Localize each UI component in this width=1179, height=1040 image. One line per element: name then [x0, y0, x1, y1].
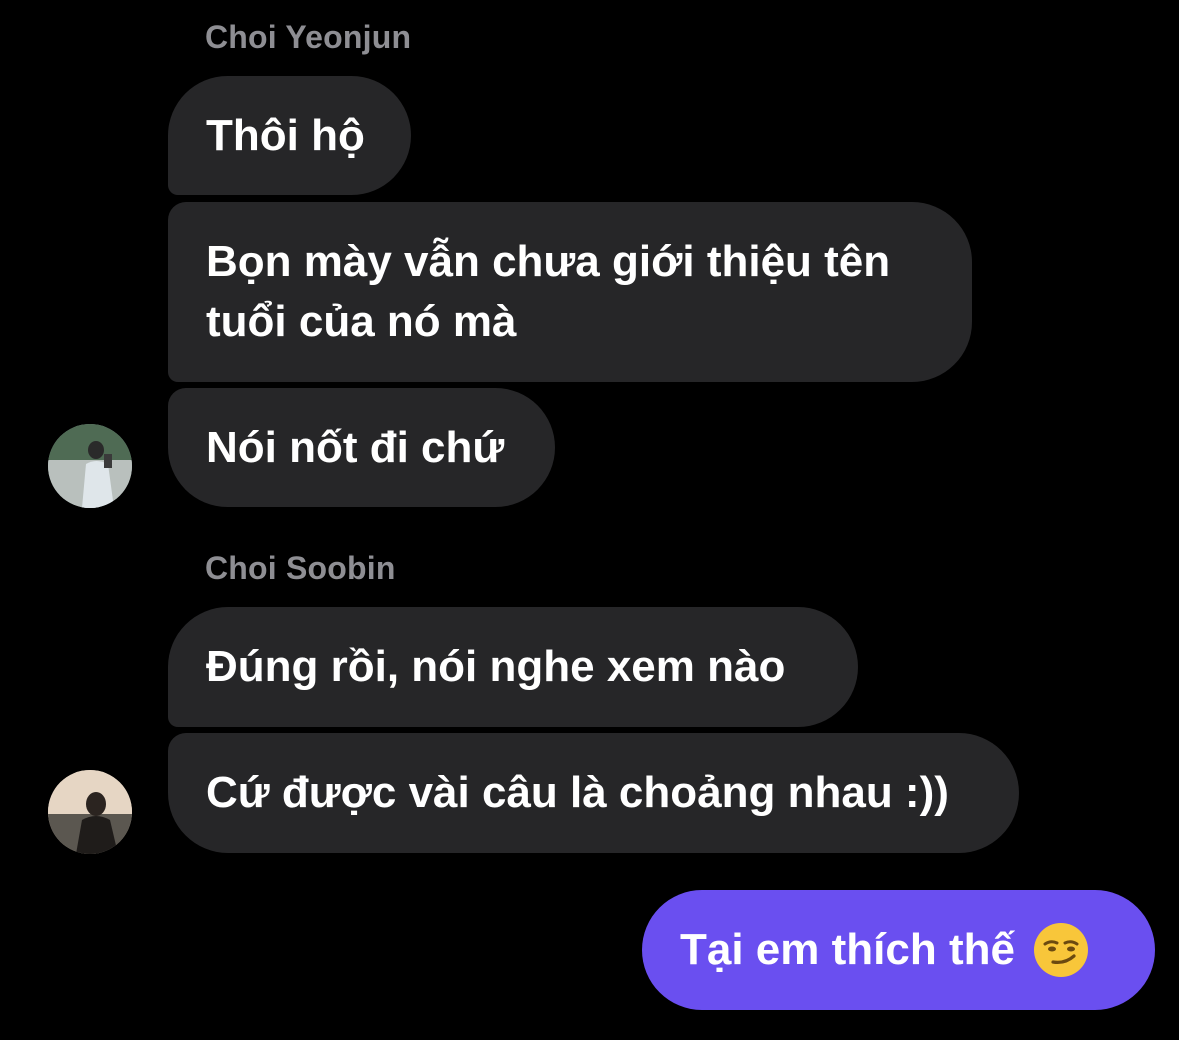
- avatar-soobin[interactable]: [48, 770, 132, 854]
- smirking-face-icon: [1033, 923, 1088, 977]
- message-text: Thôi hộ: [206, 110, 365, 160]
- message-text: Cứ được vài câu là choảng nhau :)): [206, 768, 949, 817]
- sender-name-yeonjun: Choi Yeonjun: [205, 19, 412, 55]
- message-bubble[interactable]: Nói nốt đi chứ: [168, 388, 555, 507]
- avatar-yeonjun[interactable]: [48, 424, 132, 508]
- message-text: Tại em thích thế: [680, 925, 1015, 974]
- message-bubble[interactable]: Đúng rồi, nói nghe xem nào: [168, 607, 858, 727]
- outgoing-message-bubble[interactable]: Tại em thích thế: [642, 890, 1155, 1010]
- message-bubble[interactable]: Thôi hộ: [168, 76, 411, 195]
- message-text: Bọn mày vẫn chưa giới thiệu tên tuổi của…: [206, 237, 891, 346]
- message-text: Đúng rồi, nói nghe xem nào: [206, 642, 786, 691]
- message-bubble[interactable]: Cứ được vài câu là choảng nhau :)): [168, 733, 1019, 853]
- sender-name-soobin: Choi Soobin: [205, 550, 396, 586]
- message-bubble[interactable]: Bọn mày vẫn chưa giới thiệu tên tuổi của…: [168, 202, 972, 382]
- message-text: Nói nốt đi chứ: [206, 422, 505, 472]
